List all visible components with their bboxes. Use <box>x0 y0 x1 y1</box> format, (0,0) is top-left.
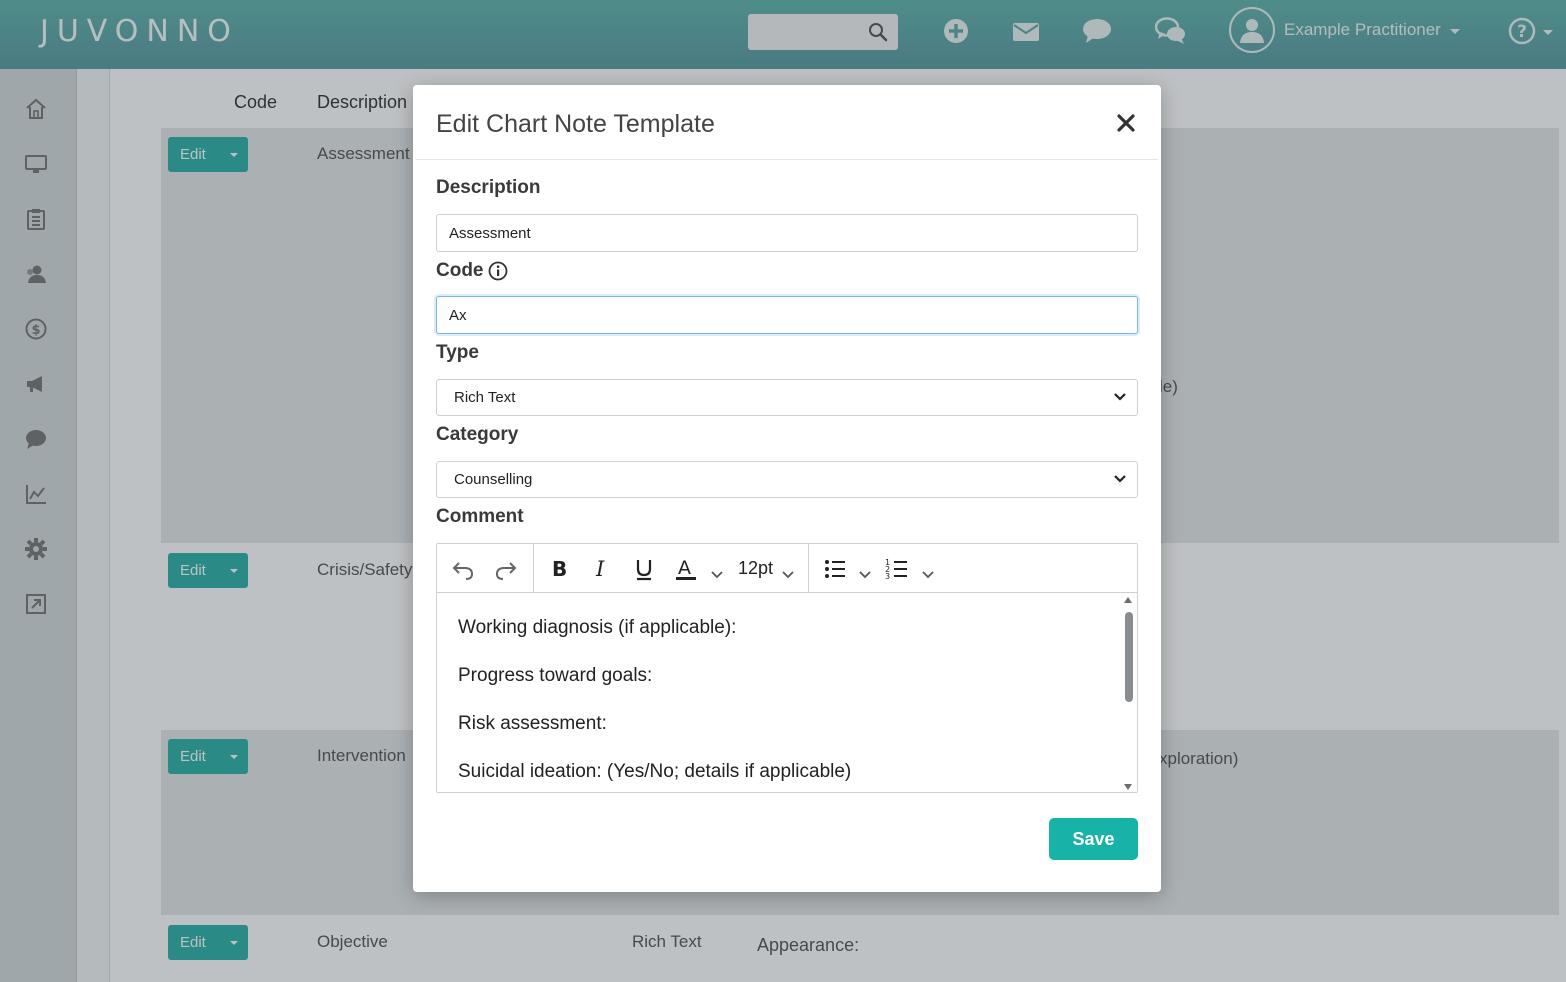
redo-icon[interactable] <box>494 556 518 582</box>
comment-rich-text-editor[interactable]: B I A 12pt 123 Working diagnosis (if app… <box>436 543 1138 793</box>
chevron-down-icon[interactable] <box>858 562 872 588</box>
toolbar-separator <box>808 544 809 593</box>
type-select[interactable]: Rich Text <box>436 379 1138 416</box>
chevron-down-icon[interactable] <box>921 562 935 588</box>
modal-divider <box>416 159 1158 160</box>
scroll-up-arrow[interactable] <box>1124 597 1132 603</box>
svg-text:A: A <box>678 557 691 579</box>
undo-icon[interactable] <box>451 556 475 582</box>
description-input[interactable]: Assessment <box>436 214 1138 252</box>
edit-chart-note-template-modal: Edit Chart Note Template Description Ass… <box>413 85 1161 892</box>
numbered-list-icon[interactable]: 123 <box>885 556 909 582</box>
toolbar-separator <box>533 544 534 593</box>
font-size-select[interactable]: 12pt <box>738 558 773 579</box>
type-label: Type <box>436 342 479 363</box>
comment-label: Comment <box>436 506 524 527</box>
editor-line[interactable]: Suicidal ideation: (Yes/No; details if a… <box>458 761 851 783</box>
save-button[interactable]: Save <box>1049 818 1138 860</box>
chevron-down-icon[interactable] <box>781 562 795 588</box>
close-icon[interactable] <box>1115 112 1137 134</box>
editor-line[interactable]: Working diagnosis (if applicable): <box>458 617 736 639</box>
bold-icon[interactable]: B <box>549 556 569 582</box>
svg-text:B: B <box>552 557 567 581</box>
category-label: Category <box>436 424 519 445</box>
description-label: Description <box>436 177 541 198</box>
chevron-down-icon[interactable] <box>710 562 724 588</box>
editor-content[interactable]: Working diagnosis (if applicable): Progr… <box>437 593 1137 792</box>
scrollbar-thumb[interactable] <box>1125 612 1133 702</box>
code-label: Code <box>436 260 508 282</box>
editor-line[interactable]: Progress toward goals: <box>458 665 652 687</box>
chevron-down-icon[interactable] <box>1113 392 1127 402</box>
modal-title: Edit Chart Note Template <box>436 110 715 138</box>
bullet-list-icon[interactable] <box>823 556 847 582</box>
scroll-down-arrow[interactable] <box>1124 784 1132 790</box>
svg-text:I: I <box>595 557 605 581</box>
code-input[interactable]: Ax <box>436 296 1138 334</box>
editor-toolbar: B I A 12pt 123 <box>437 544 1137 593</box>
svg-text:3: 3 <box>885 572 890 581</box>
category-select[interactable]: Counselling <box>436 461 1138 498</box>
editor-line[interactable]: Risk assessment: <box>458 713 607 735</box>
text-color-icon[interactable]: A <box>675 556 699 582</box>
info-icon[interactable] <box>488 261 508 281</box>
chevron-down-icon[interactable] <box>1113 474 1127 484</box>
italic-icon[interactable]: I <box>592 556 612 582</box>
underline-icon[interactable] <box>633 556 655 582</box>
